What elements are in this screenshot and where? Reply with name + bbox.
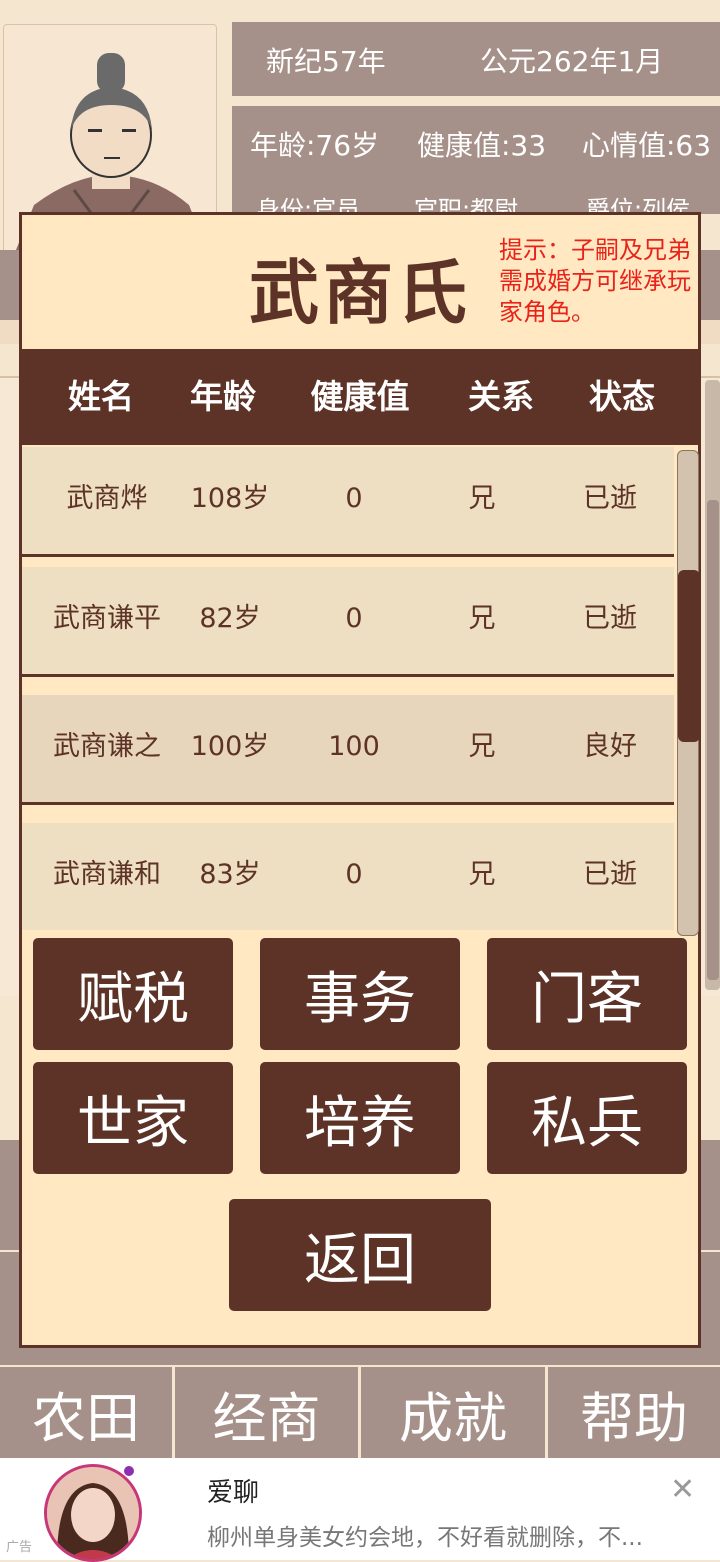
ad-avatar[interactable] <box>44 1464 142 1562</box>
nav-achievements-button[interactable]: 成就 <box>361 1367 548 1459</box>
back-button[interactable]: 返回 <box>229 1199 491 1311</box>
retainers-button[interactable]: 门客 <box>487 938 687 1050</box>
member-health: 0 <box>345 483 363 514</box>
date-label: 公元262年1月 <box>480 45 664 78</box>
ad-tag: 广告 <box>6 1540 33 1555</box>
age-stat: 年龄:76岁 <box>250 129 380 162</box>
member-status: 已逝 <box>583 859 637 890</box>
member-status: 已逝 <box>583 483 637 514</box>
ad-title[interactable]: 爱聊 <box>207 1472 259 1509</box>
inheritance-hint: 提示：子嗣及兄弟需成婚方可继承玩家角色。 <box>499 236 691 326</box>
member-relation: 兄 <box>468 603 496 634</box>
ad-description[interactable]: 柳州单身美女约会地，不好看就删除，不... <box>207 1518 643 1552</box>
member-age: 100岁 <box>190 731 270 762</box>
member-name: 武商谦平 <box>53 603 161 634</box>
online-dot-icon <box>124 1466 134 1476</box>
nav-farmland-button[interactable]: 农田 <box>0 1367 175 1459</box>
ad-banner[interactable]: 爱聊 柳州单身美女约会地，不好看就删除，不... ✕ 广告 <box>0 1458 720 1562</box>
date-bar: 新纪57年 公元262年1月 <box>232 22 720 96</box>
column-age: 年龄 <box>190 377 256 416</box>
column-name: 姓名 <box>68 377 134 416</box>
table-row[interactable]: 武商烨 108岁 0 兄 已逝 <box>22 447 674 557</box>
member-age: 82岁 <box>199 603 261 634</box>
member-age: 108岁 <box>190 483 270 514</box>
tax-button[interactable]: 赋税 <box>33 938 233 1050</box>
member-name: 武商烨 <box>66 483 148 514</box>
member-health: 0 <box>345 603 363 634</box>
cultivate-button[interactable]: 培养 <box>260 1062 460 1174</box>
private-army-button[interactable]: 私兵 <box>487 1062 687 1174</box>
column-relation: 关系 <box>468 377 534 416</box>
era-label: 新纪57年 <box>266 45 386 78</box>
member-relation: 兄 <box>468 859 496 890</box>
woman-portrait-icon <box>47 1467 139 1559</box>
member-health: 100 <box>328 731 380 762</box>
close-icon[interactable]: ✕ <box>670 1472 695 1507</box>
member-status: 良好 <box>583 731 637 762</box>
nav-help-button[interactable]: 帮助 <box>548 1367 720 1459</box>
affairs-button[interactable]: 事务 <box>260 938 460 1050</box>
member-name: 武商谦和 <box>53 859 161 890</box>
table-row[interactable]: 武商谦之 100岁 100 兄 良好 <box>22 695 674 805</box>
mood-stat: 心情值:63 <box>582 129 712 162</box>
member-name: 武商谦之 <box>53 731 161 762</box>
table-scroll-thumb[interactable] <box>678 570 700 742</box>
member-relation: 兄 <box>468 731 496 762</box>
member-health: 0 <box>345 859 363 890</box>
table-row[interactable]: 武商谦平 82岁 0 兄 已逝 <box>22 567 674 677</box>
member-status: 已逝 <box>583 603 637 634</box>
modal-header: 武商氏 提示：子嗣及兄弟需成婚方可继承玩家角色。 <box>22 215 698 349</box>
family-modal: 武商氏 提示：子嗣及兄弟需成婚方可继承玩家角色。 姓名 年龄 健康值 关系 状态… <box>19 212 701 1348</box>
bottom-nav: 农田 经商 成就 帮助 <box>0 1367 720 1459</box>
table-header: 姓名 年龄 健康值 关系 状态 <box>22 349 698 445</box>
background-scroll-thumb <box>707 500 719 980</box>
stats-bar: 年龄:76岁 健康值:33 心情值:63 身份:官员 官职:都尉 爵位:列侯 <box>232 106 720 224</box>
member-age: 83岁 <box>199 859 261 890</box>
column-status: 状态 <box>589 377 655 416</box>
column-health: 健康值 <box>310 377 410 416</box>
family-table[interactable]: 武商烨 108岁 0 兄 已逝 武商谦平 82岁 0 兄 已逝 武商谦之 100… <box>22 447 674 937</box>
clans-button[interactable]: 世家 <box>33 1062 233 1174</box>
table-row[interactable]: 武商谦和 83岁 0 兄 已逝 <box>22 823 674 930</box>
member-relation: 兄 <box>468 483 496 514</box>
health-stat: 健康值:33 <box>417 129 547 162</box>
nav-trade-button[interactable]: 经商 <box>175 1367 361 1459</box>
